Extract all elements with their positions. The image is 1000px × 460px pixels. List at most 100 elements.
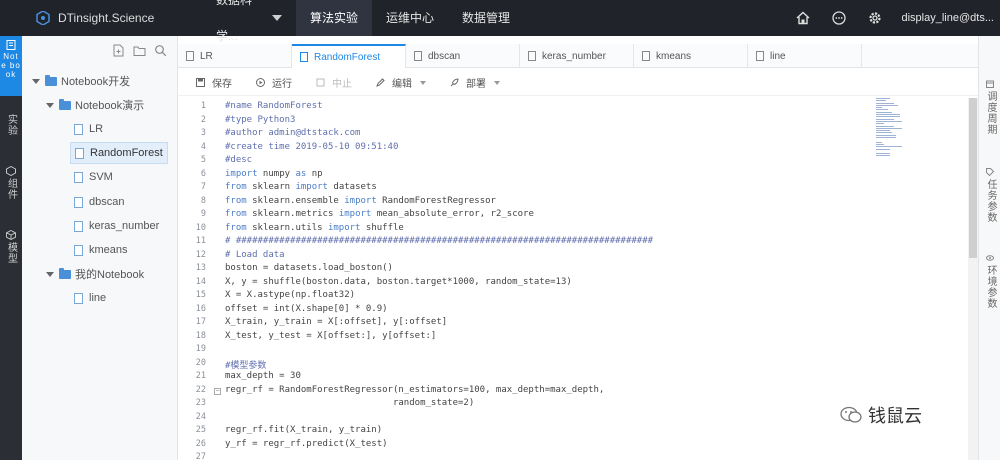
tab-line[interactable]: line xyxy=(748,44,862,68)
top-right-actions: display_line@dts... xyxy=(794,0,1000,36)
new-folder-icon[interactable] xyxy=(133,44,146,57)
nav-algorithm-lab[interactable]: 算法实验 xyxy=(296,0,373,36)
line-number: 8 xyxy=(200,196,206,206)
tree-file-line[interactable]: line xyxy=(74,287,106,309)
code-line: from sklearn import datasets xyxy=(225,182,377,192)
new-file-icon[interactable] xyxy=(112,44,125,57)
leftnav-experiment[interactable]: 实验 xyxy=(0,96,22,154)
code-line: X_train, y_train = X[:offset], y[:offset… xyxy=(225,317,448,327)
code-line: #模型参数 xyxy=(225,361,267,371)
deploy-dropdown[interactable]: 部署 xyxy=(450,75,500,90)
tree-file-lr[interactable]: LR xyxy=(74,118,103,140)
tab-randomforest[interactable]: RandomForest xyxy=(292,44,406,68)
tree-file-kmeans[interactable]: kmeans xyxy=(74,239,128,261)
code-line: offset = int(X.shape[0] * 0.9) xyxy=(225,304,388,314)
folder-icon xyxy=(59,267,71,279)
save-button[interactable]: 保存 xyxy=(196,75,232,90)
code-line: X_test, y_test = X[offset:], y[offset:] xyxy=(225,331,437,341)
code-line: boston = datasets.load_boston() xyxy=(225,263,393,273)
tree-label: line xyxy=(89,292,107,304)
stop-label: 中止 xyxy=(332,79,352,90)
nav-data-science[interactable]: 数据科学... xyxy=(200,0,296,43)
code-line: # ######################################… xyxy=(225,236,654,246)
tab-dbscan[interactable]: dbscan xyxy=(406,44,520,68)
top-bar: DTinsight.Science 数据科学... 算法实验 运维中心 数据管理… xyxy=(0,0,1000,43)
file-icon xyxy=(74,171,83,183)
nav-ops-center[interactable]: 运维中心 xyxy=(372,0,448,36)
leftnav-notebook[interactable]: Note book xyxy=(0,36,22,96)
rightpanel-env-params[interactable]: 环境参数 xyxy=(979,254,1000,309)
tree-file-randomforest[interactable]: RandomForest xyxy=(70,142,168,164)
code-line: #name RandomForest xyxy=(225,101,323,111)
file-icon xyxy=(528,51,536,61)
leftnav-model[interactable]: 模型 xyxy=(0,220,22,280)
minimap-line xyxy=(876,120,902,122)
brand[interactable]: DTinsight.Science xyxy=(0,11,200,25)
save-icon xyxy=(196,78,205,87)
user-email[interactable]: display_line@dts... xyxy=(902,12,1000,24)
eye-icon xyxy=(986,255,994,261)
line-number: 12 xyxy=(195,250,206,260)
code-line: from sklearn.ensemble import RandomFores… xyxy=(225,196,496,206)
file-icon xyxy=(642,51,650,61)
file-icon xyxy=(300,52,308,62)
tree-toolbar xyxy=(22,36,177,64)
line-number: 6 xyxy=(200,169,206,179)
rightpanel-schedule[interactable]: 调度周期 xyxy=(979,80,1000,135)
nav-data-management[interactable]: 数据管理 xyxy=(448,0,524,36)
editor-toolbar: 保存 运行 中止 编辑 部署 xyxy=(178,70,978,96)
chevron-down-icon xyxy=(494,80,500,85)
run-button[interactable]: 运行 xyxy=(256,75,292,90)
save-label: 保存 xyxy=(212,79,232,90)
code-line: X, y = shuffle(boston.data, boston.targe… xyxy=(225,277,572,287)
editor-tabs: LR RandomForest dbscan keras_number kmea… xyxy=(178,44,978,68)
edit-icon xyxy=(376,78,385,87)
stop-button[interactable]: 中止 xyxy=(316,75,352,90)
line-number: 25 xyxy=(195,425,206,435)
tree-file-svm[interactable]: SVM xyxy=(74,166,113,188)
home-icon[interactable] xyxy=(794,9,812,27)
scrollbar-thumb[interactable] xyxy=(969,98,977,258)
tree-label: RandomForest xyxy=(90,147,163,159)
line-number: 18 xyxy=(195,331,206,341)
tab-keras-number[interactable]: keras_number xyxy=(520,44,634,68)
tree-folder-notebook-dev[interactable]: Notebook开发 xyxy=(32,70,130,92)
tree-file-dbscan[interactable]: dbscan xyxy=(74,191,124,213)
minimap-line xyxy=(876,107,882,109)
fold-toggle-icon[interactable]: − xyxy=(214,388,221,395)
folder-icon xyxy=(45,74,57,86)
code-minimap[interactable] xyxy=(876,98,902,178)
caret-down-icon xyxy=(46,102,54,108)
folder-icon xyxy=(59,98,71,110)
tag-icon xyxy=(986,168,994,176)
leftnav-component[interactable]: 组件 xyxy=(0,154,22,220)
minimap-line xyxy=(876,134,896,136)
tab-lr[interactable]: LR xyxy=(178,44,292,68)
line-number-gutter: 1 2 3 4 5 6 7 8 9 10 11 12 13 14 15 16 17 18 19 20 21 22 23 24 2… xyxy=(178,98,208,460)
minimap-line xyxy=(876,102,894,104)
file-icon xyxy=(756,51,764,61)
line-number: 5 xyxy=(200,155,206,165)
line-number: 21 xyxy=(195,371,206,381)
minimap-line xyxy=(876,118,894,120)
tab-kmeans[interactable]: kmeans xyxy=(634,44,748,68)
tab-label: line xyxy=(770,50,786,62)
tree-folder-notebook-demo[interactable]: Notebook演示 xyxy=(46,94,144,116)
watermark-text: 钱鼠云 xyxy=(868,406,922,426)
code-line: max_depth = 30 xyxy=(225,371,301,381)
message-icon[interactable] xyxy=(830,9,848,27)
minimap-line xyxy=(876,100,886,102)
tree-folder-my-notebook[interactable]: 我的Notebook xyxy=(46,263,144,285)
tree-file-keras-number[interactable]: keras_number xyxy=(74,215,159,237)
run-label: 运行 xyxy=(272,79,292,90)
code-line: #author admin@dtstack.com xyxy=(225,128,361,138)
gear-icon[interactable] xyxy=(866,9,884,27)
tab-label: dbscan xyxy=(428,50,461,62)
editor-scrollbar[interactable] xyxy=(968,98,978,460)
minimap-line xyxy=(876,116,900,118)
search-icon[interactable] xyxy=(154,44,167,57)
edit-dropdown[interactable]: 编辑 xyxy=(376,75,426,90)
rightpanel-task-params[interactable]: 任务参数 xyxy=(979,168,1000,223)
main-nav: 数据科学... 算法实验 运维中心 数据管理 xyxy=(200,0,524,43)
watermark: 钱鼠云 xyxy=(840,402,922,428)
